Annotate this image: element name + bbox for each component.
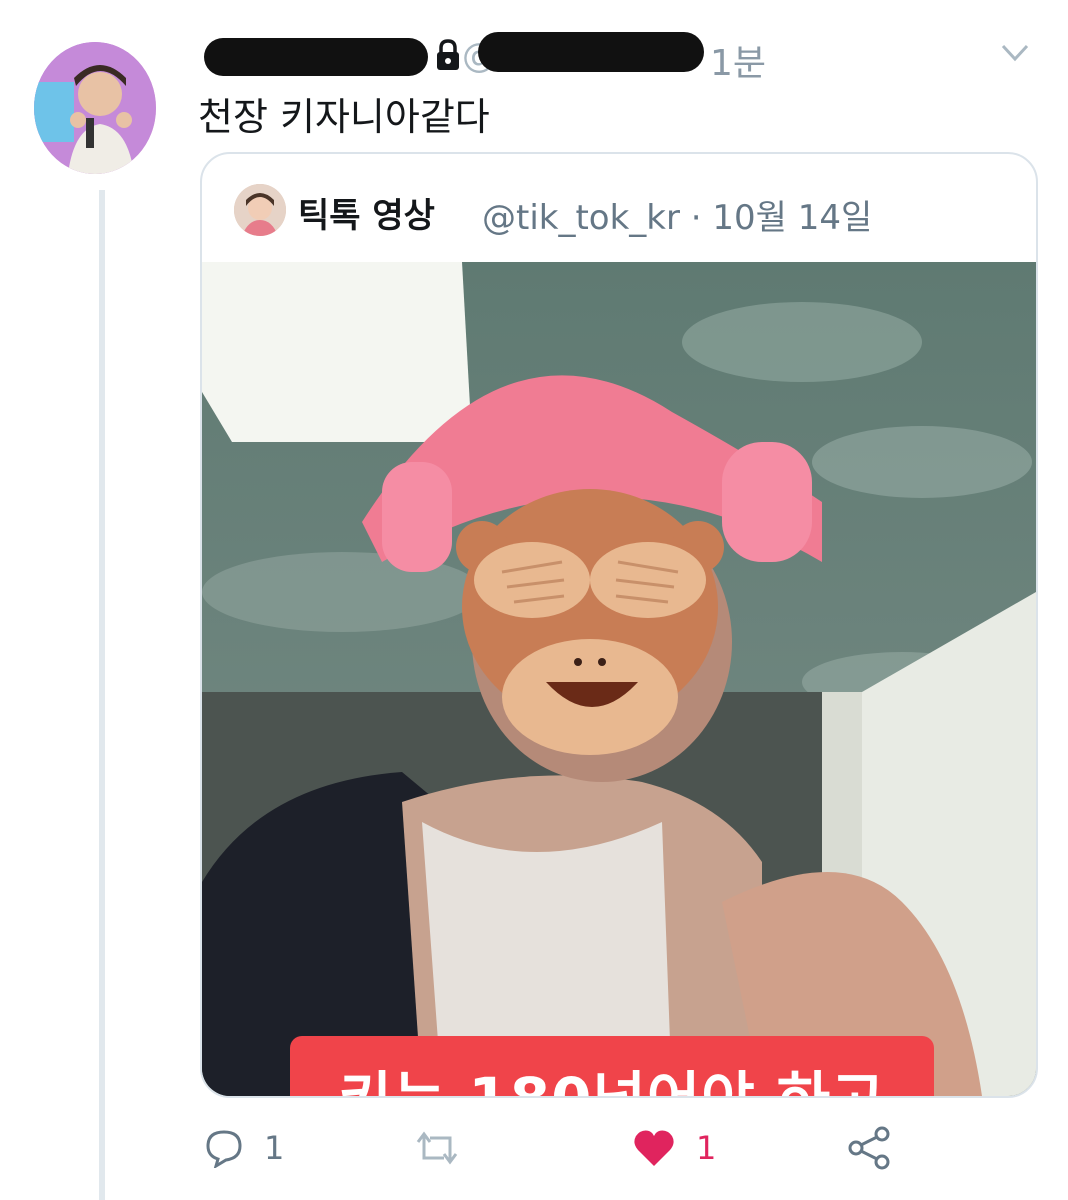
quoted-author-avatar-image: [234, 184, 286, 236]
retweet-button[interactable]: [414, 1120, 460, 1176]
author-avatar-image: [34, 42, 156, 174]
share-icon: [848, 1126, 890, 1170]
chevron-down-icon[interactable]: [1000, 42, 1030, 64]
video-frame-image: [202, 262, 1036, 1096]
tweet[interactable]: @ 1분 천장 키자니아같다 틱톡 영상 @tik_tok_kr · 10월 1…: [0, 0, 1068, 1200]
tweet-timestamp[interactable]: 1분: [710, 34, 766, 86]
reply-button[interactable]: 1: [204, 1120, 284, 1176]
quoted-tweet[interactable]: 틱톡 영상 @tik_tok_kr · 10월 14일: [200, 152, 1038, 1098]
share-button[interactable]: [848, 1120, 892, 1176]
quoted-tweet-header: 틱톡 영상 @tik_tok_kr · 10월 14일: [230, 182, 1030, 238]
quoted-author-handle: @tik_tok_kr · 10월 14일: [482, 198, 873, 238]
quoted-tweet-video[interactable]: 키는 180넘어야 하고: [202, 262, 1036, 1096]
tweet-text: 천장 키자니아같다: [198, 95, 490, 139]
like-count: 1: [696, 1129, 717, 1167]
redacted-author-handle: [478, 32, 704, 72]
tweet-header: @ 1분: [200, 30, 1040, 86]
quoted-author-avatar: [234, 184, 286, 236]
author-avatar[interactable]: [34, 42, 156, 174]
video-caption: 키는 180넘어야 하고: [290, 1036, 934, 1096]
tweet-actions: 1 1: [200, 1120, 1040, 1180]
video-caption-text: 키는 180넘어야 하고: [339, 1052, 886, 1096]
reply-count: 1: [264, 1129, 285, 1167]
heart-icon: [634, 1130, 674, 1166]
like-button[interactable]: 1: [632, 1120, 716, 1176]
retweet-icon: [416, 1131, 458, 1165]
thread-line: [99, 190, 105, 1200]
lock-icon: [437, 39, 459, 70]
redacted-author-name: [204, 38, 428, 76]
quoted-author-name[interactable]: 틱톡 영상: [298, 188, 435, 237]
reply-icon: [206, 1130, 242, 1168]
